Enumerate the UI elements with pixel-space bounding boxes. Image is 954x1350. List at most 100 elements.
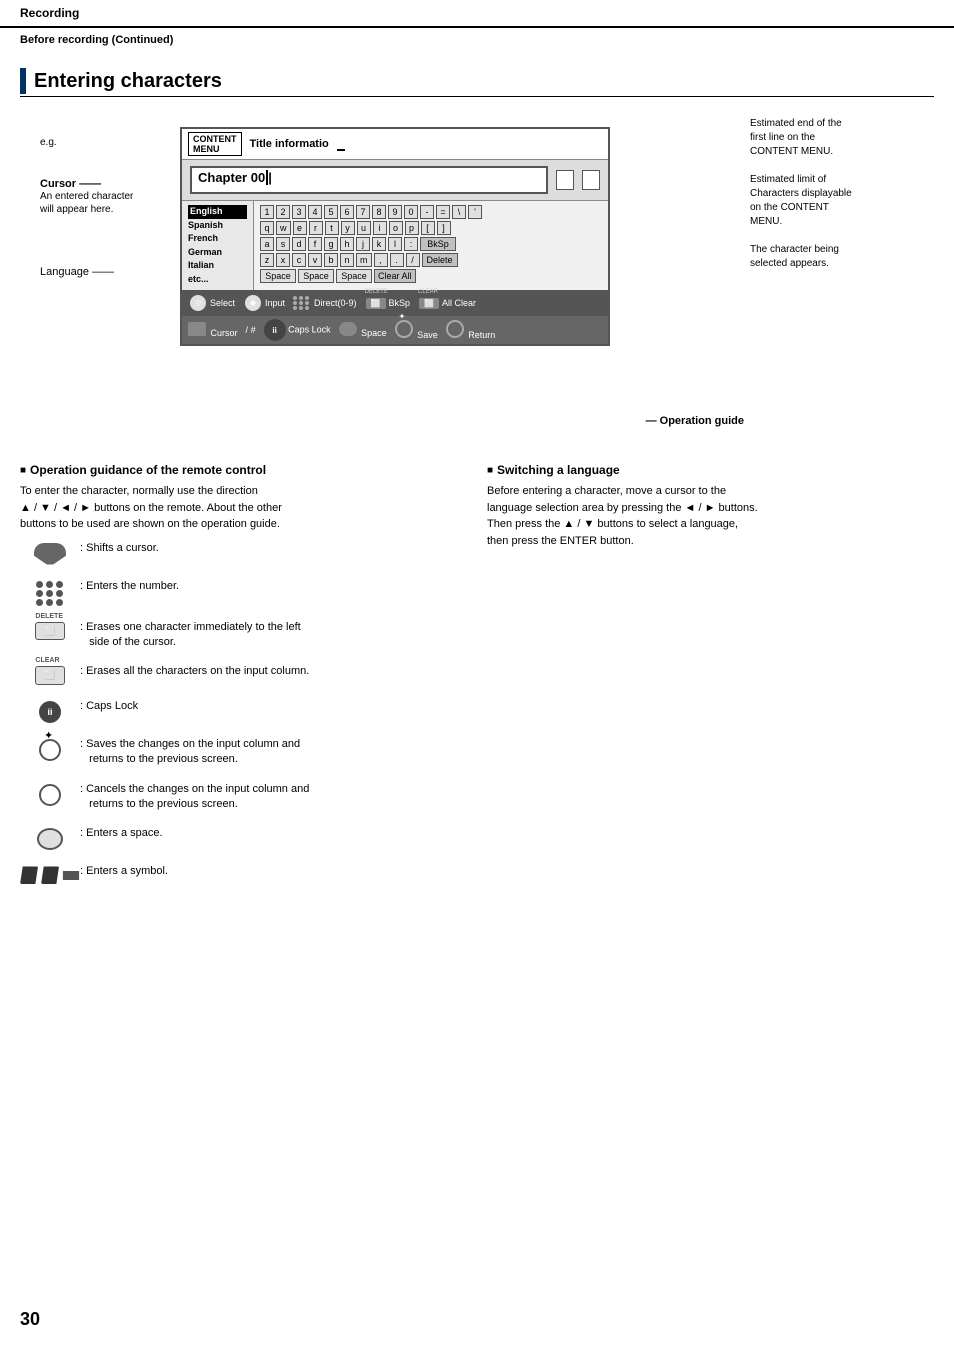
return-btn-shape bbox=[39, 784, 61, 806]
key-bracketr[interactable]: ] bbox=[437, 221, 451, 235]
key-u[interactable]: u bbox=[357, 221, 371, 235]
key-space-3[interactable]: Space bbox=[336, 269, 372, 283]
key-1[interactable]: 1 bbox=[260, 205, 274, 219]
title-input-field[interactable]: Chapter 00| bbox=[190, 166, 548, 194]
key-c[interactable]: c bbox=[292, 253, 306, 267]
key-5[interactable]: 5 bbox=[324, 205, 338, 219]
key-y[interactable]: y bbox=[341, 221, 355, 235]
key-space-1[interactable]: Space bbox=[260, 269, 296, 283]
key-6[interactable]: 6 bbox=[340, 205, 354, 219]
key-g[interactable]: g bbox=[324, 237, 338, 251]
key-7[interactable]: 7 bbox=[356, 205, 370, 219]
key-0[interactable]: 0 bbox=[404, 205, 418, 219]
numpad-desc-text: : Enters the number. bbox=[80, 579, 179, 594]
icon-list: : Shifts a cursor. bbox=[20, 541, 467, 885]
capslock-btn-shape: ii bbox=[39, 701, 61, 723]
key-e[interactable]: e bbox=[293, 221, 307, 235]
key-period[interactable]: . bbox=[390, 253, 404, 267]
key-row-qwerty: q w e r t y u i o p [ ] bbox=[260, 221, 602, 235]
key-b[interactable]: b bbox=[324, 253, 338, 267]
cursor-box-1 bbox=[556, 170, 574, 190]
key-backslash[interactable]: \ bbox=[452, 205, 466, 219]
op-select-label: Select bbox=[210, 298, 235, 308]
key-o[interactable]: o bbox=[389, 221, 403, 235]
key-x[interactable]: x bbox=[276, 253, 290, 267]
key-clear-all[interactable]: Clear All bbox=[374, 269, 416, 283]
list-item-space: : Enters a space. bbox=[20, 826, 467, 850]
key-w[interactable]: w bbox=[276, 221, 291, 235]
key-m[interactable]: m bbox=[356, 253, 372, 267]
bottom-sections: Operation guidance of the remote control… bbox=[20, 463, 934, 898]
select-btn-icon: ◎ bbox=[188, 293, 208, 313]
key-delete[interactable]: Delete bbox=[422, 253, 458, 267]
cursor-label: Cursor —— bbox=[40, 178, 170, 190]
key-slash[interactable]: / bbox=[406, 253, 420, 267]
op-select: ◎ Select bbox=[188, 293, 235, 313]
key-space-2[interactable]: Space bbox=[298, 269, 334, 283]
key-minus[interactable]: - bbox=[420, 205, 434, 219]
key-j[interactable]: j bbox=[356, 237, 370, 251]
key-n[interactable]: n bbox=[340, 253, 354, 267]
key-2[interactable]: 2 bbox=[276, 205, 290, 219]
lang-english[interactable]: English bbox=[188, 205, 247, 219]
save-label: Save bbox=[417, 330, 438, 340]
key-v[interactable]: v bbox=[308, 253, 322, 267]
key-s[interactable]: s bbox=[276, 237, 290, 251]
lang-german[interactable]: German bbox=[188, 246, 247, 260]
key-d[interactable]: d bbox=[292, 237, 306, 251]
symbol-shape-1 bbox=[20, 866, 38, 884]
language-label-block: Language —— bbox=[40, 266, 170, 278]
cursor-desc-text: : Shifts a cursor. bbox=[80, 541, 159, 556]
input-btn-icon: ◉ bbox=[243, 293, 263, 313]
numpad-icon bbox=[293, 296, 310, 310]
symbol-desc-text: : Enters a symbol. bbox=[80, 864, 168, 879]
op-direct: Direct(0-9) bbox=[293, 296, 357, 310]
key-a[interactable]: a bbox=[260, 237, 274, 251]
key-q[interactable]: q bbox=[260, 221, 274, 235]
key-i[interactable]: i bbox=[373, 221, 387, 235]
numpad-grid-icon bbox=[36, 581, 64, 606]
list-item-return: : Cancels the changes on the input colum… bbox=[20, 782, 467, 813]
key-z[interactable]: z bbox=[260, 253, 274, 267]
key-k[interactable]: k bbox=[372, 237, 386, 251]
key-9[interactable]: 9 bbox=[388, 205, 402, 219]
page-number: 30 bbox=[20, 1309, 40, 1330]
lang-italian[interactable]: Italian bbox=[188, 259, 247, 273]
lang-etc[interactable]: etc... bbox=[188, 273, 247, 287]
operation-guide-label-text: — Operation guide bbox=[646, 415, 744, 427]
return-label: Return bbox=[468, 330, 495, 340]
key-f[interactable]: f bbox=[308, 237, 322, 251]
key-8[interactable]: 8 bbox=[372, 205, 386, 219]
switching-heading: Switching a language bbox=[487, 463, 934, 477]
delete-btn-icon: DELETE ⬜ bbox=[365, 297, 387, 310]
key-equals[interactable]: = bbox=[436, 205, 450, 219]
symbol-icon-cell bbox=[20, 864, 80, 884]
key-bracketl[interactable]: [ bbox=[421, 221, 435, 235]
list-item-clear: CLEAR ⬜ : Erases all the characters on t… bbox=[20, 664, 467, 685]
key-3[interactable]: 3 bbox=[292, 205, 306, 219]
section-title-bar: Entering characters bbox=[20, 68, 934, 97]
capslock-label: Caps Lock bbox=[288, 325, 331, 335]
cursor-shape-icon bbox=[20, 541, 80, 565]
key-row-asdf: a s d f g h j k l : BkSp bbox=[260, 237, 602, 251]
key-quote[interactable]: ' bbox=[468, 205, 482, 219]
header-title: Recording bbox=[20, 6, 79, 20]
lang-keys-area: English Spanish French German Italian et… bbox=[182, 201, 608, 290]
key-l[interactable]: l bbox=[388, 237, 402, 251]
key-p[interactable]: p bbox=[405, 221, 419, 235]
op-input-label: Input bbox=[265, 298, 285, 308]
key-colon[interactable]: : bbox=[404, 237, 418, 251]
key-comma[interactable]: , bbox=[374, 253, 388, 267]
list-item-save: ✦ : Saves the changes on the input colum… bbox=[20, 737, 467, 768]
section-title: Entering characters bbox=[34, 70, 222, 93]
lang-spanish[interactable]: Spanish bbox=[188, 219, 247, 233]
key-bksp[interactable]: BkSp bbox=[420, 237, 456, 251]
save-icon-cell: ✦ bbox=[20, 737, 80, 761]
hash-label: # bbox=[251, 325, 256, 335]
lang-french[interactable]: French bbox=[188, 232, 247, 246]
key-t[interactable]: t bbox=[325, 221, 339, 235]
key-row-space: Space Space Space Clear All bbox=[260, 269, 602, 283]
key-4[interactable]: 4 bbox=[308, 205, 322, 219]
key-h[interactable]: h bbox=[340, 237, 354, 251]
key-r[interactable]: r bbox=[309, 221, 323, 235]
